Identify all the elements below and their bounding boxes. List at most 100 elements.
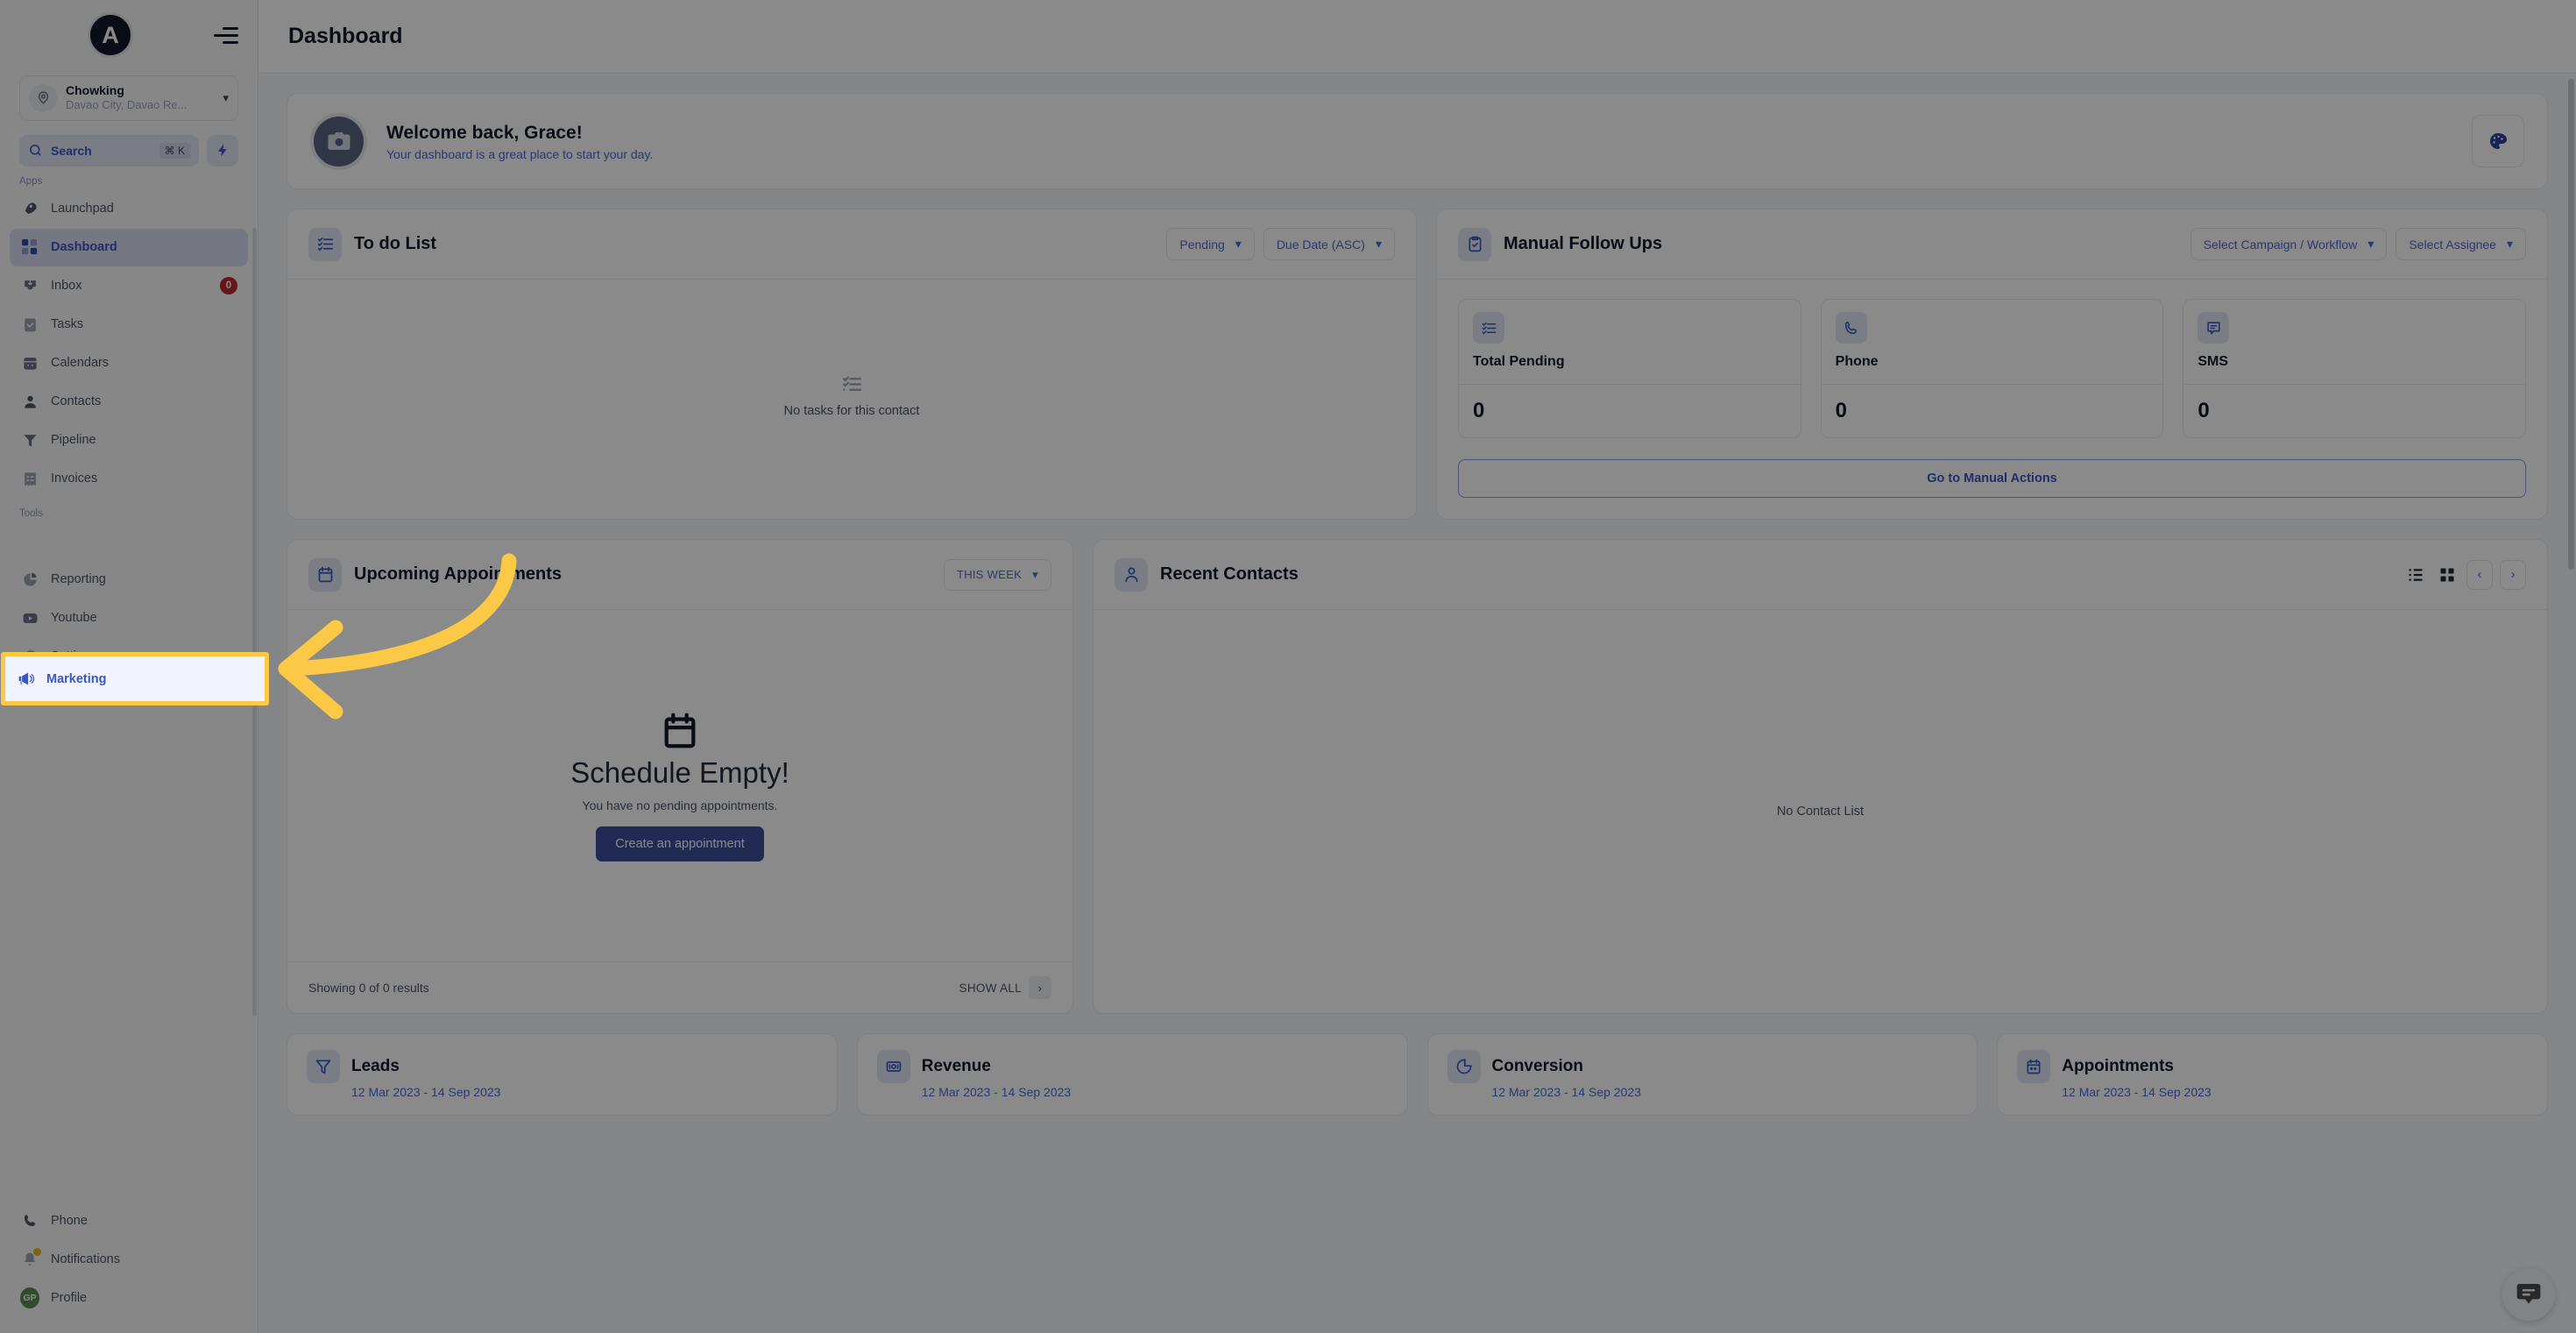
- metric-date-range: 12 Mar 2023 - 14 Sep 2023: [1491, 1085, 1641, 1099]
- chat-bubble-icon: [2516, 1284, 2541, 1304]
- follow-ups-card-header: Manual Follow Ups Select Campaign / Work…: [1437, 209, 2547, 280]
- follow-ups-title: Manual Follow Ups: [1504, 234, 1663, 253]
- todo-sort-filter[interactable]: Due Date (ASC) ▾: [1263, 228, 1395, 260]
- todo-status-filter[interactable]: Pending ▾: [1166, 228, 1255, 260]
- appointments-empty-state: Schedule Empty! You have no pending appo…: [287, 610, 1072, 961]
- checklist-icon: [842, 376, 861, 391]
- sidebar-scrollbar[interactable]: [252, 228, 257, 1017]
- chevron-right-icon[interactable]: ›: [2500, 559, 2526, 590]
- stat-phone: Phone 0: [1820, 299, 2164, 438]
- metric-title: Conversion: [1491, 1057, 1584, 1075]
- sidebar-item-label: Launchpad: [51, 202, 114, 216]
- metric-card-leads[interactable]: Leads 12 Mar 2023 - 14 Sep 2023: [287, 1033, 838, 1116]
- map-pin-icon: [29, 83, 57, 112]
- show-all-button[interactable]: SHOW ALL ›: [959, 976, 1051, 999]
- location-switcher[interactable]: Chowking Davao City, Davao Re... ▾: [19, 75, 238, 121]
- app-logo[interactable]: A: [88, 12, 133, 58]
- clipboard-check-icon: [1458, 227, 1491, 261]
- sidebar-item-label: Contacts: [51, 394, 102, 409]
- sidebar-item-notifications[interactable]: Notifications: [10, 1240, 248, 1278]
- welcome-title: Welcome back, Grace!: [386, 122, 583, 143]
- todo-status-filter-label: Pending: [1179, 237, 1225, 252]
- go-to-manual-actions-button[interactable]: Go to Manual Actions: [1458, 459, 2526, 498]
- metric-card-revenue[interactable]: Revenue 12 Mar 2023 - 14 Sep 2023: [856, 1033, 1408, 1116]
- top-bar: Dashboard: [258, 0, 2576, 74]
- grid-view-icon[interactable]: [2435, 563, 2459, 587]
- appointments-footer: Showing 0 of 0 results SHOW ALL ›: [287, 961, 1072, 1013]
- location-name: Chowking: [66, 83, 124, 97]
- quick-action-button[interactable]: [207, 134, 238, 167]
- search-input[interactable]: Search ⌘ K: [19, 134, 199, 167]
- metric-title: Leads: [351, 1057, 400, 1075]
- metric-card-conversion[interactable]: Conversion 12 Mar 2023 - 14 Sep 2023: [1426, 1033, 1978, 1116]
- chevron-down-icon: ▾: [1375, 237, 1382, 251]
- sidebar-item-calendars[interactable]: Calendars: [10, 344, 248, 382]
- sidebar-item-launchpad[interactable]: Launchpad: [10, 190, 248, 228]
- chevron-left-icon[interactable]: ‹: [2466, 559, 2493, 590]
- assignee-filter[interactable]: Select Assignee ▾: [2396, 228, 2526, 260]
- palette-icon: [2490, 133, 2507, 149]
- lightning-bolt-icon: [217, 144, 227, 157]
- sidebar-item-phone[interactable]: Phone: [10, 1202, 248, 1239]
- sidebar-item-profile[interactable]: GP Profile: [10, 1279, 248, 1316]
- calendar-icon: [664, 713, 696, 748]
- sidebar-item-label: Profile: [51, 1290, 88, 1305]
- schedule-empty-title: Schedule Empty!: [570, 755, 789, 789]
- sidebar-item-reporting[interactable]: Reporting: [10, 561, 248, 599]
- chat-widget-button[interactable]: [2502, 1268, 2555, 1321]
- sidebar-item-label: Calendars: [51, 356, 110, 371]
- notification-dot: [33, 1248, 41, 1256]
- sidebar-item-tasks[interactable]: Tasks: [10, 306, 248, 344]
- phone-icon: [1835, 312, 1867, 344]
- sidebar-item-contacts[interactable]: Contacts: [10, 383, 248, 421]
- funnel-icon: [307, 1050, 340, 1083]
- recent-contacts-controls: ‹ ›: [2403, 559, 2526, 590]
- chevron-down-icon: ▾: [1032, 567, 1038, 581]
- appointments-range-filter[interactable]: THIS WEEK ▾: [943, 558, 1051, 591]
- sidebar-item-pipeline[interactable]: Pipeline: [10, 422, 248, 459]
- hamburger-icon[interactable]: [212, 26, 238, 44]
- sidebar-item-youtube[interactable]: Youtube: [10, 599, 248, 637]
- chevron-right-icon: ›: [1029, 976, 1051, 999]
- dashboard-content: Welcome back, Grace! Your dashboard is a…: [258, 74, 2576, 1116]
- camera-icon: [310, 112, 367, 170]
- show-all-label: SHOW ALL: [959, 981, 1022, 995]
- chevron-down-icon: ▾: [2506, 237, 2513, 251]
- avatar: GP: [20, 1287, 39, 1308]
- pie-chart-icon: [20, 570, 39, 589]
- main-scrollbar[interactable]: [2568, 79, 2574, 570]
- section-label-apps: Apps: [19, 175, 43, 187]
- appointments-title: Upcoming Appointments: [354, 564, 563, 584]
- appointments-card-header: Upcoming Appointments THIS WEEK ▾: [287, 540, 1072, 610]
- section-label-tools: Tools: [19, 507, 43, 519]
- create-appointment-button[interactable]: Create an appointment: [596, 826, 764, 861]
- youtube-icon: [20, 608, 39, 628]
- main-content: Dashboard Welcome back, Grace! Your dash…: [258, 0, 2576, 1333]
- todo-empty-text: No tasks for this contact: [783, 404, 920, 418]
- list-view-icon[interactable]: [2403, 563, 2428, 587]
- sidebar-item-marketing[interactable]: Marketing: [5, 656, 265, 701]
- metric-card-appointments[interactable]: Appointments 12 Mar 2023 - 14 Sep 2023: [1997, 1033, 2548, 1116]
- metric-cards-row: Leads 12 Mar 2023 - 14 Sep 2023 Revenue …: [287, 1033, 2548, 1116]
- chevron-down-icon: ▾: [2367, 237, 2374, 251]
- sidebar-item-dashboard[interactable]: Dashboard: [10, 228, 248, 266]
- campaign-filter-label: Select Campaign / Workflow: [2203, 237, 2358, 252]
- sidebar-item-inbox[interactable]: Inbox 0: [10, 267, 248, 305]
- campaign-filter[interactable]: Select Campaign / Workflow ▾: [2190, 228, 2388, 260]
- follow-ups-card: Manual Follow Ups Select Campaign / Work…: [1436, 209, 2548, 520]
- theme-button[interactable]: [2472, 115, 2524, 167]
- search-label: Search: [51, 143, 92, 158]
- recent-contacts-empty-state: No Contact List: [1093, 610, 2547, 1013]
- calendar-icon: [20, 353, 39, 372]
- sidebar-top: A: [0, 0, 258, 63]
- sidebar-item-invoices[interactable]: Invoices: [10, 460, 248, 498]
- stat-sms: SMS 0: [2183, 299, 2527, 438]
- page-title: Dashboard: [288, 24, 403, 48]
- user-icon: [20, 392, 39, 411]
- stat-label: SMS: [2197, 354, 2229, 369]
- calendar-icon: [308, 557, 342, 592]
- megaphone-icon: [16, 670, 35, 689]
- marketing-highlight-box: Marketing: [1, 652, 269, 705]
- sidebar-item-label: Tasks: [51, 317, 84, 332]
- clipboard-check-icon: [20, 315, 39, 334]
